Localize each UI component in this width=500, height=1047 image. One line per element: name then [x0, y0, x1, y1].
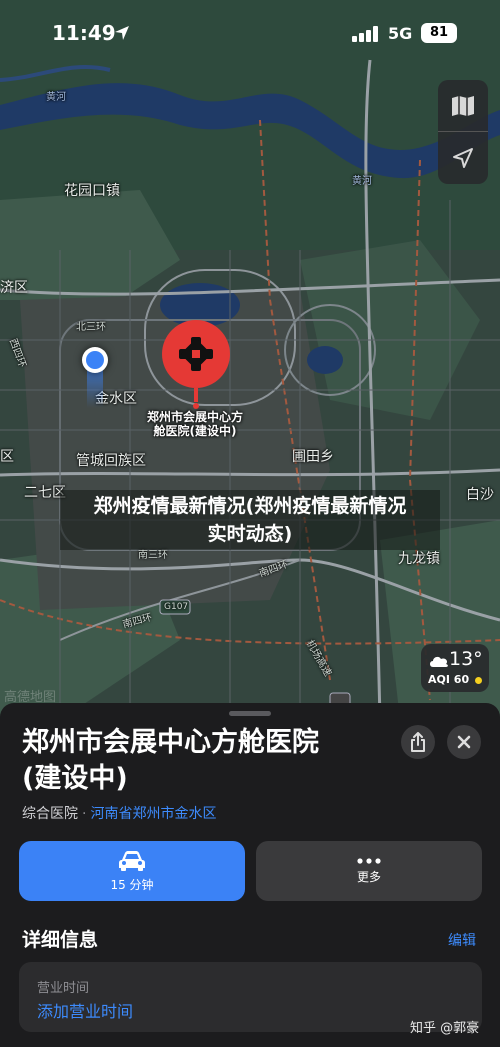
pin-label-line1: 郑州市会展中心方 — [146, 410, 243, 424]
map-label-road: 北三环 — [76, 322, 106, 333]
close-icon — [457, 735, 471, 749]
map-icon — [452, 95, 474, 116]
location-arrow-icon — [453, 148, 473, 168]
network-type: 5G — [388, 24, 413, 43]
place-category: 综合医院 — [22, 806, 78, 822]
subtitle-separator: · — [82, 806, 87, 822]
more-dots-icon — [357, 857, 381, 864]
weather-widget[interactable]: 13° AQI 60 — [421, 644, 489, 692]
place-card-sheet[interactable]: 郑州市会展中心方舱医院 (建设中) 综合医院·河南省郑州市金水区 15 分钟 — [0, 703, 500, 1047]
sheet-grabber[interactable] — [229, 711, 271, 716]
hospital-pin[interactable] — [161, 320, 231, 410]
map-label-town: 白沙 — [466, 487, 494, 503]
overlay-caption-line1: 郑州疫情最新情况(郑州疫情最新情况 — [93, 495, 407, 517]
share-button[interactable] — [401, 725, 435, 759]
cloud-icon — [430, 656, 448, 667]
map-label-district: 管城回族区 — [76, 453, 146, 469]
map-controls — [438, 80, 488, 184]
map-label-district: 区 — [0, 449, 14, 465]
user-location-dot[interactable] — [82, 347, 108, 373]
overlay-caption-line2: 实时动态) — [207, 523, 293, 545]
drive-time-label: 15 分钟 — [110, 877, 154, 892]
add-hours-link[interactable]: 添加营业时间 — [37, 998, 133, 1022]
more-label: 更多 — [356, 869, 381, 884]
map-mode-button[interactable] — [438, 80, 488, 132]
place-location-link[interactable]: 河南省郑州市金水区 — [90, 806, 216, 822]
place-title-line1: 郑州市会展中心方舱医院 — [22, 727, 319, 758]
status-time: 11:49 — [52, 21, 116, 45]
more-button[interactable]: 更多 — [256, 841, 482, 901]
hospital-pin-icon — [162, 320, 230, 409]
details-section-title: 详细信息 — [22, 929, 99, 951]
place-title-line2: (建设中) — [22, 763, 128, 794]
map-label-highway-shield: G107 — [164, 602, 189, 612]
locate-me-button[interactable] — [438, 132, 488, 184]
place-subtitle: 综合医院 · 河南省郑州市金水区 — [22, 803, 216, 823]
overlay-caption: 郑州疫情最新情况(郑州疫情最新情况 实时动态) — [60, 490, 440, 550]
map-graphics — [0, 0, 500, 720]
hours-label: 营业时间 — [37, 981, 90, 996]
aqi-status-dot — [475, 677, 482, 684]
drive-directions-button[interactable]: 15 分钟 — [19, 841, 245, 901]
cellular-signal-icon — [352, 26, 378, 42]
map-label-town: 花园口镇 — [64, 183, 120, 199]
map-label-river: 黄河 — [352, 176, 372, 187]
share-icon — [411, 732, 425, 752]
map-view[interactable]: 黄河 黄河 花园口镇 济区 北三环 西四环 金水区 区 管城回族区 圃田乡 二七… — [0, 0, 500, 720]
battery-indicator: 81 — [421, 23, 457, 43]
status-bar: 11:49 5G 81 — [0, 0, 500, 60]
map-label-town: 九龙镇 — [398, 551, 440, 567]
edit-link[interactable]: 编辑 — [448, 930, 476, 950]
location-arrow-icon — [115, 26, 129, 40]
pin-label-line2: 舱医院(建设中) — [153, 424, 237, 438]
user-heading-beam — [87, 368, 103, 408]
weather-aqi: AQI 60 — [428, 673, 470, 686]
weather-temperature: 13° — [449, 648, 483, 670]
close-button[interactable] — [447, 725, 481, 759]
place-title: 郑州市会展中心方舱医院 (建设中) — [22, 725, 382, 797]
map-label-town: 圃田乡 — [292, 449, 334, 465]
zhihu-watermark: 知乎 @郭豪 — [410, 1021, 480, 1036]
map-label-district: 济区 — [0, 280, 28, 296]
map-label-river: 黄河 — [46, 92, 66, 103]
car-icon — [119, 850, 145, 871]
pin-label: 郑州市会展中心方 舱医院(建设中) — [120, 410, 270, 438]
